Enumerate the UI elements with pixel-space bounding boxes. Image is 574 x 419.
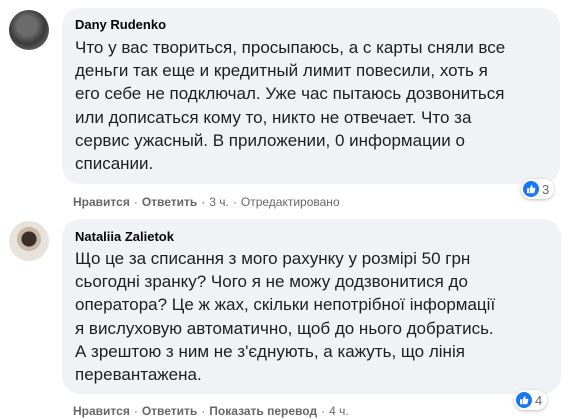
- reply-link[interactable]: Ответить: [142, 404, 197, 418]
- reaction-count: 3: [542, 181, 550, 197]
- thumbs-up-icon: [523, 181, 539, 197]
- reaction-count: 4: [535, 392, 543, 408]
- avatar[interactable]: [9, 10, 49, 50]
- comment-author[interactable]: Nataliia Zalietok: [75, 229, 174, 244]
- comment-author[interactable]: Dany Rudenko: [75, 17, 166, 32]
- comment-text: Що це за списання з мого рахунку у розмі…: [75, 249, 496, 385]
- like-link[interactable]: Нравится: [73, 195, 130, 209]
- avatar[interactable]: [9, 221, 49, 261]
- comment-bubble: Nataliia Zalietok Що це за списання з мо…: [62, 219, 561, 394]
- timestamp[interactable]: 4 ч.: [329, 404, 349, 418]
- comment-actions: Нравится · Ответить · Показать перевод · 4 ч.: [73, 404, 349, 418]
- edited-label[interactable]: Отредактировано: [241, 195, 340, 209]
- comment-text: Что у вас твориться, просыпаюсь, а с кар…: [75, 38, 506, 174]
- reaction-summary[interactable]: 3: [521, 179, 555, 199]
- thumbs-up-icon: [516, 392, 532, 408]
- timestamp[interactable]: 3 ч.: [209, 195, 229, 209]
- reply-link[interactable]: Ответить: [142, 195, 197, 209]
- show-translation-link[interactable]: Показать перевод: [209, 404, 317, 418]
- reaction-summary[interactable]: 4: [514, 390, 548, 410]
- like-link[interactable]: Нравится: [73, 404, 130, 418]
- comment-actions: Нравится · Ответить · 3 ч. · Отредактировано: [73, 195, 340, 209]
- comment-bubble: Dany Rudenko Что у вас твориться, просып…: [62, 8, 560, 184]
